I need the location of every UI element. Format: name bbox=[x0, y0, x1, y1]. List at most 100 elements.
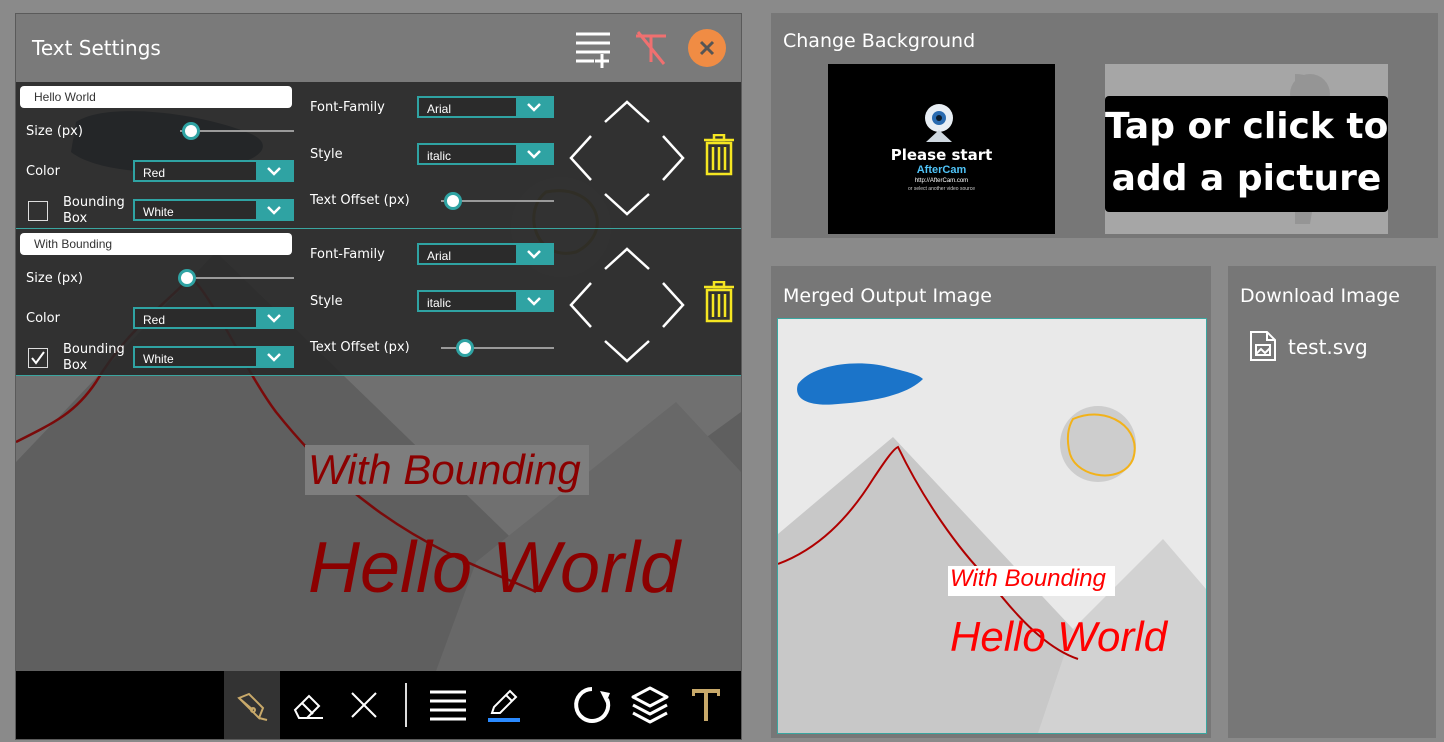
style-label: Style bbox=[310, 147, 343, 162]
download-file-link[interactable]: test.svg bbox=[1288, 335, 1368, 359]
thumbnail-text-3: http://AfterCam.com bbox=[914, 178, 969, 184]
add-picture-text-1: Tap or click to bbox=[1105, 106, 1388, 147]
close-button[interactable] bbox=[688, 29, 726, 67]
style-select[interactable]: italic bbox=[417, 143, 554, 165]
color-select[interactable]: Red bbox=[133, 307, 294, 329]
chevron-down-icon bbox=[256, 201, 292, 219]
stroke-width-icon bbox=[430, 690, 466, 721]
text-row-2: With Bounding Size (px) Color Red Boundi… bbox=[16, 229, 741, 376]
drawing-toolbar bbox=[16, 671, 741, 739]
size-slider[interactable] bbox=[180, 277, 294, 279]
text-offset-slider-knob[interactable] bbox=[456, 339, 474, 357]
image-file-icon[interactable] bbox=[1248, 330, 1278, 362]
text-t-icon bbox=[692, 689, 720, 721]
pen-icon bbox=[237, 692, 268, 721]
style-value: italic bbox=[427, 149, 452, 163]
text-row-1: Hello World Size (px) Color Red Bounding… bbox=[16, 82, 741, 229]
font-family-select[interactable]: Arial bbox=[417, 96, 554, 118]
size-label: Size (px) bbox=[26, 271, 83, 286]
chevron-down-icon bbox=[516, 98, 552, 116]
panel-header: Text Settings bbox=[16, 14, 741, 82]
change-background-panel: Change Background Please start AfterCam … bbox=[771, 13, 1438, 238]
eraser-tool-button[interactable] bbox=[280, 671, 336, 739]
text-offset-slider-knob[interactable] bbox=[444, 192, 462, 210]
bounding-box-checkbox[interactable] bbox=[28, 201, 48, 221]
style-select[interactable]: italic bbox=[417, 290, 554, 312]
style-value: italic bbox=[427, 296, 452, 310]
color-select-value: Red bbox=[143, 313, 166, 327]
bounding-color-select[interactable]: White bbox=[133, 346, 294, 368]
color-label: Color bbox=[26, 311, 60, 326]
panel-title: Text Settings bbox=[32, 36, 161, 60]
text-input[interactable]: Hello World bbox=[20, 86, 292, 108]
bounding-label-2: Box bbox=[63, 358, 88, 373]
clear-text-icon[interactable] bbox=[632, 30, 670, 66]
pencil-icon bbox=[488, 689, 520, 722]
panel-title: Change Background bbox=[783, 30, 976, 52]
download-panel: Download Image test.svg bbox=[1228, 266, 1436, 738]
bounding-color-value: White bbox=[143, 352, 174, 366]
merged-output-panel: Merged Output Image With Bounding Hello … bbox=[771, 266, 1211, 738]
webcam-icon bbox=[916, 102, 962, 144]
merged-drawing bbox=[778, 319, 1206, 733]
chevron-down-icon bbox=[516, 145, 552, 163]
chevron-down-icon bbox=[516, 292, 552, 310]
merged-image: With Bounding Hello World bbox=[777, 318, 1207, 734]
size-label: Size (px) bbox=[26, 124, 83, 139]
thumbnail-text-1: Please start bbox=[890, 146, 993, 164]
font-family-select[interactable]: Arial bbox=[417, 243, 554, 265]
text-input[interactable]: With Bounding bbox=[20, 233, 292, 255]
chevron-down-icon bbox=[256, 162, 292, 180]
layers-icon bbox=[631, 686, 669, 724]
toolbar-divider bbox=[405, 683, 407, 727]
pen-color-button[interactable] bbox=[476, 671, 532, 739]
thumbnail-text-2: AfterCam bbox=[916, 164, 967, 176]
checkmark-icon bbox=[31, 351, 45, 365]
font-family-value: Arial bbox=[427, 102, 452, 116]
text-offset-label: Text Offset (px) bbox=[310, 193, 410, 208]
color-select[interactable]: Red bbox=[133, 160, 294, 182]
size-slider-knob[interactable] bbox=[182, 122, 200, 140]
canvas-text-hello-world: Hello World bbox=[308, 528, 681, 608]
layers-button[interactable] bbox=[622, 671, 678, 739]
add-picture-text-2: add a picture bbox=[1111, 158, 1382, 199]
bounding-box-checkbox[interactable] bbox=[28, 348, 48, 368]
font-family-label: Font-Family bbox=[310, 100, 385, 115]
bounding-label-2: Box bbox=[63, 211, 88, 226]
clear-drawing-button[interactable] bbox=[336, 671, 392, 739]
thumbnail-text-4: or select another video source bbox=[908, 186, 975, 192]
add-picture-area[interactable]: Tap or click to add a picture bbox=[1105, 64, 1388, 234]
style-label: Style bbox=[310, 294, 343, 309]
rotate-button[interactable] bbox=[564, 671, 620, 739]
bounding-label-1: Bounding bbox=[63, 342, 125, 357]
merged-text-with-bounding: With Bounding bbox=[950, 565, 1106, 592]
font-family-value: Arial bbox=[427, 249, 452, 263]
trash-icon[interactable] bbox=[702, 133, 736, 176]
pen-tool-button[interactable] bbox=[224, 671, 280, 739]
chevron-down-icon bbox=[256, 309, 292, 327]
stroke-width-button[interactable] bbox=[420, 671, 476, 739]
merged-text-hello-world: Hello World bbox=[950, 613, 1168, 660]
text-tool-button[interactable] bbox=[678, 671, 734, 739]
add-text-icon[interactable] bbox=[574, 30, 612, 68]
eraser-icon bbox=[293, 694, 323, 719]
size-slider-knob[interactable] bbox=[178, 269, 196, 287]
move-arrows-icon[interactable] bbox=[569, 247, 685, 363]
chevron-down-icon bbox=[256, 348, 292, 366]
move-arrows-icon[interactable] bbox=[569, 100, 685, 216]
bounding-label-1: Bounding bbox=[63, 195, 125, 210]
trash-icon[interactable] bbox=[702, 280, 736, 323]
text-offset-label: Text Offset (px) bbox=[310, 340, 410, 355]
bounding-color-select[interactable]: White bbox=[133, 199, 294, 221]
font-family-label: Font-Family bbox=[310, 247, 385, 262]
panel-title: Merged Output Image bbox=[783, 285, 992, 307]
close-icon bbox=[351, 692, 377, 718]
close-icon bbox=[699, 40, 715, 56]
text-settings-panel: Text Settings With Bounding Hello World bbox=[15, 13, 742, 740]
color-label: Color bbox=[26, 164, 60, 179]
bounding-color-value: White bbox=[143, 205, 174, 219]
chevron-down-icon bbox=[516, 245, 552, 263]
background-thumbnail[interactable]: Please start AfterCam http://AfterCam.co… bbox=[828, 64, 1055, 234]
panel-title: Download Image bbox=[1240, 285, 1400, 307]
refresh-icon bbox=[574, 687, 611, 723]
